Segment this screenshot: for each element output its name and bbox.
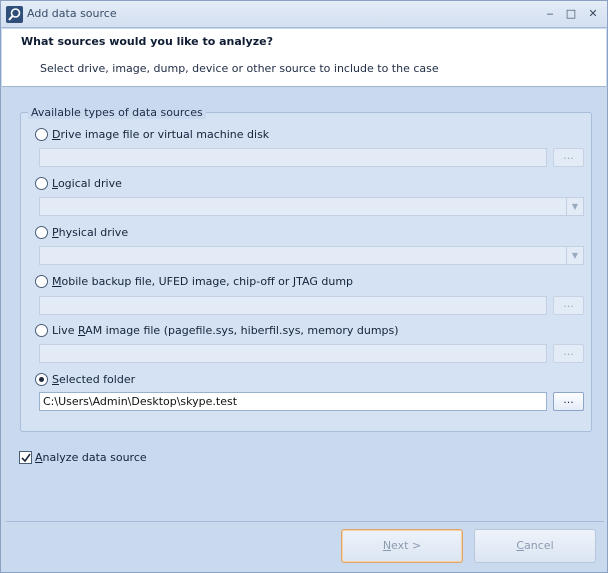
analyze-data-source-checkbox[interactable]: Analyze data source — [19, 451, 147, 464]
radio-logical-drive[interactable]: Logical drive — [35, 175, 122, 191]
radio-label: Mobile backup file, UFED image, chip-off… — [52, 274, 354, 288]
maximize-button[interactable]: □ — [563, 7, 579, 21]
wizard-header: What sources would you like to analyze? … — [2, 29, 606, 87]
chevron-down-icon[interactable]: ▼ — [566, 247, 583, 264]
minimize-button[interactable]: ‒ — [542, 7, 558, 21]
radio-button-selected[interactable] — [35, 372, 48, 386]
title-bar: Add data source ‒ □ ✕ — [1, 1, 607, 28]
radio-drive-image[interactable]: Drive image file or virtual machine disk — [35, 126, 269, 142]
radio-button[interactable] — [35, 176, 48, 190]
drive-image-path-input[interactable] — [39, 148, 547, 167]
next-button[interactable]: Next > — [341, 529, 463, 563]
radio-button[interactable] — [35, 225, 48, 239]
ram-image-path-input[interactable] — [39, 344, 547, 363]
ram-image-browse-button[interactable]: ... — [553, 344, 584, 363]
radio-button[interactable] — [35, 274, 48, 288]
mobile-backup-path-input[interactable] — [39, 296, 547, 315]
footer-divider — [6, 521, 604, 522]
checkmark-icon — [21, 453, 31, 463]
radio-label: Drive image file or virtual machine disk — [52, 127, 270, 141]
radio-label: Live RAM image file (pagefile.sys, hiber… — [52, 323, 399, 337]
drive-image-browse-button[interactable]: ... — [553, 148, 584, 167]
radio-label: Logical drive — [52, 176, 122, 190]
dialog-window: Add data source ‒ □ ✕ What sources would… — [0, 0, 608, 573]
group-legend: Available types of data sources — [28, 106, 206, 119]
header-title: What sources would you like to analyze? — [21, 35, 273, 48]
chevron-down-icon[interactable]: ▼ — [566, 198, 583, 215]
logical-drive-select[interactable]: ▼ — [39, 197, 584, 216]
mobile-backup-browse-button[interactable]: ... — [553, 296, 584, 315]
radio-button[interactable] — [35, 323, 48, 337]
radio-label: Physical drive — [52, 225, 129, 239]
radio-live-ram[interactable]: Live RAM image file (pagefile.sys, hiber… — [35, 322, 399, 338]
physical-drive-select[interactable]: ▼ — [39, 246, 584, 265]
magnifier-app-icon — [6, 6, 23, 23]
radio-mobile-backup[interactable]: Mobile backup file, UFED image, chip-off… — [35, 273, 353, 289]
selected-folder-browse-button[interactable]: ... — [553, 392, 584, 411]
window-title: Add data source — [27, 7, 117, 20]
header-subtitle: Select drive, image, dump, device or oth… — [40, 62, 439, 75]
radio-label: Selected folder — [52, 372, 136, 386]
radio-physical-drive[interactable]: Physical drive — [35, 224, 128, 240]
cancel-button[interactable]: Cancel — [474, 529, 596, 563]
radio-button[interactable] — [35, 127, 48, 141]
radio-selected-folder[interactable]: Selected folder — [35, 371, 135, 387]
checkbox-checked[interactable] — [19, 451, 32, 464]
checkbox-label: Analyze data source — [35, 451, 147, 464]
selected-folder-path-input[interactable]: C:\Users\Admin\Desktop\skype.test — [39, 392, 547, 411]
close-button[interactable]: ✕ — [585, 7, 601, 21]
